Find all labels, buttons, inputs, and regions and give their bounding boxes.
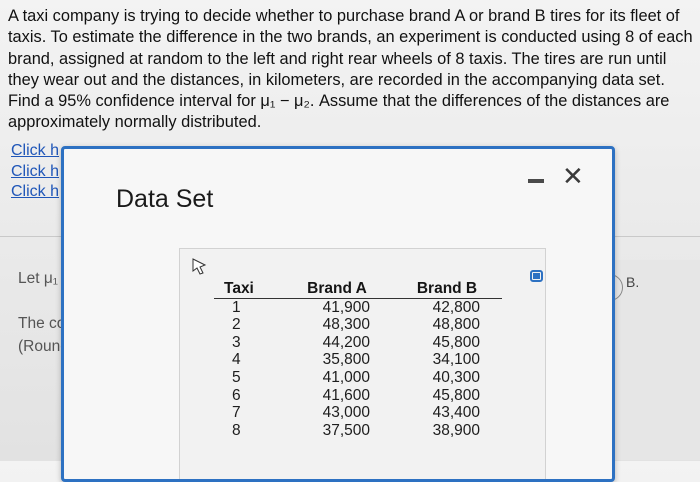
cell-brand-b: 38,900 [432, 421, 480, 439]
let-text: Let μ₁ [18, 270, 59, 287]
table-row: 2 48,300 48,800 [214, 316, 502, 334]
table-row: 3 44,200 45,800 [214, 334, 502, 352]
choice-b-label: B. [626, 274, 640, 290]
cell-brand-a: 48,300 [322, 316, 370, 334]
cell-taxi: 3 [232, 333, 241, 351]
cell-taxi: 5 [232, 368, 241, 386]
header-brand-b: Brand B [392, 280, 502, 299]
cell-taxi: 6 [232, 386, 241, 404]
header-taxi: Taxi [214, 280, 282, 299]
cell-brand-a: 44,200 [322, 333, 370, 351]
table-row: 8 37,500 38,900 [214, 422, 502, 440]
table-row: 6 41,600 45,800 [214, 387, 502, 405]
table-row: 4 35,800 34,100 [214, 351, 502, 369]
header-brand-a: Brand A [282, 280, 392, 299]
link-3[interactable]: Click h [11, 182, 59, 203]
cell-brand-b: 48,800 [432, 316, 480, 334]
cell-brand-a: 37,500 [322, 421, 370, 439]
cell-brand-a: 41,600 [322, 386, 370, 404]
copy-icon[interactable] [530, 269, 544, 283]
cell-brand-a: 41,000 [322, 368, 370, 386]
dialog-title: Data Set [116, 185, 214, 213]
cell-brand-b: 43,400 [432, 404, 480, 422]
cell-brand-b: 45,800 [432, 333, 480, 351]
question-text: A taxi company is trying to decide wheth… [8, 7, 693, 132]
table-header-row: Taxi Brand A Brand B [214, 280, 502, 299]
links-list: Click h Click h Click h [11, 141, 59, 203]
minimize-icon[interactable] [528, 179, 544, 183]
cell-brand-a: 43,000 [322, 404, 370, 422]
the-co-text: The co [18, 315, 66, 332]
close-icon[interactable]: ✕ [562, 163, 584, 189]
cell-brand-b: 42,800 [432, 298, 480, 316]
cursor-icon [192, 258, 207, 275]
cell-brand-b: 40,300 [432, 368, 480, 386]
cell-brand-a: 41,900 [322, 298, 370, 316]
data-table: Taxi Brand A Brand B 1 41,900 42,800 2 4… [214, 280, 502, 439]
cell-taxi: 1 [232, 298, 241, 316]
table-row: 1 41,900 42,800 [214, 298, 502, 316]
data-set-dialog: Data Set ✕ Taxi Brand A Brand B 1 41,900… [61, 146, 615, 482]
link-2[interactable]: Click h [11, 162, 59, 183]
cell-brand-a: 35,800 [322, 351, 370, 369]
cell-taxi: 2 [232, 316, 241, 334]
cell-brand-b: 45,800 [432, 386, 480, 404]
cell-brand-b: 34,100 [432, 351, 480, 369]
table-row: 5 41,000 40,300 [214, 369, 502, 387]
cell-taxi: 7 [232, 404, 241, 422]
cell-taxi: 8 [232, 421, 241, 439]
link-1[interactable]: Click h [11, 141, 59, 162]
cell-taxi: 4 [232, 351, 241, 369]
table-row: 7 43,000 43,400 [214, 404, 502, 422]
